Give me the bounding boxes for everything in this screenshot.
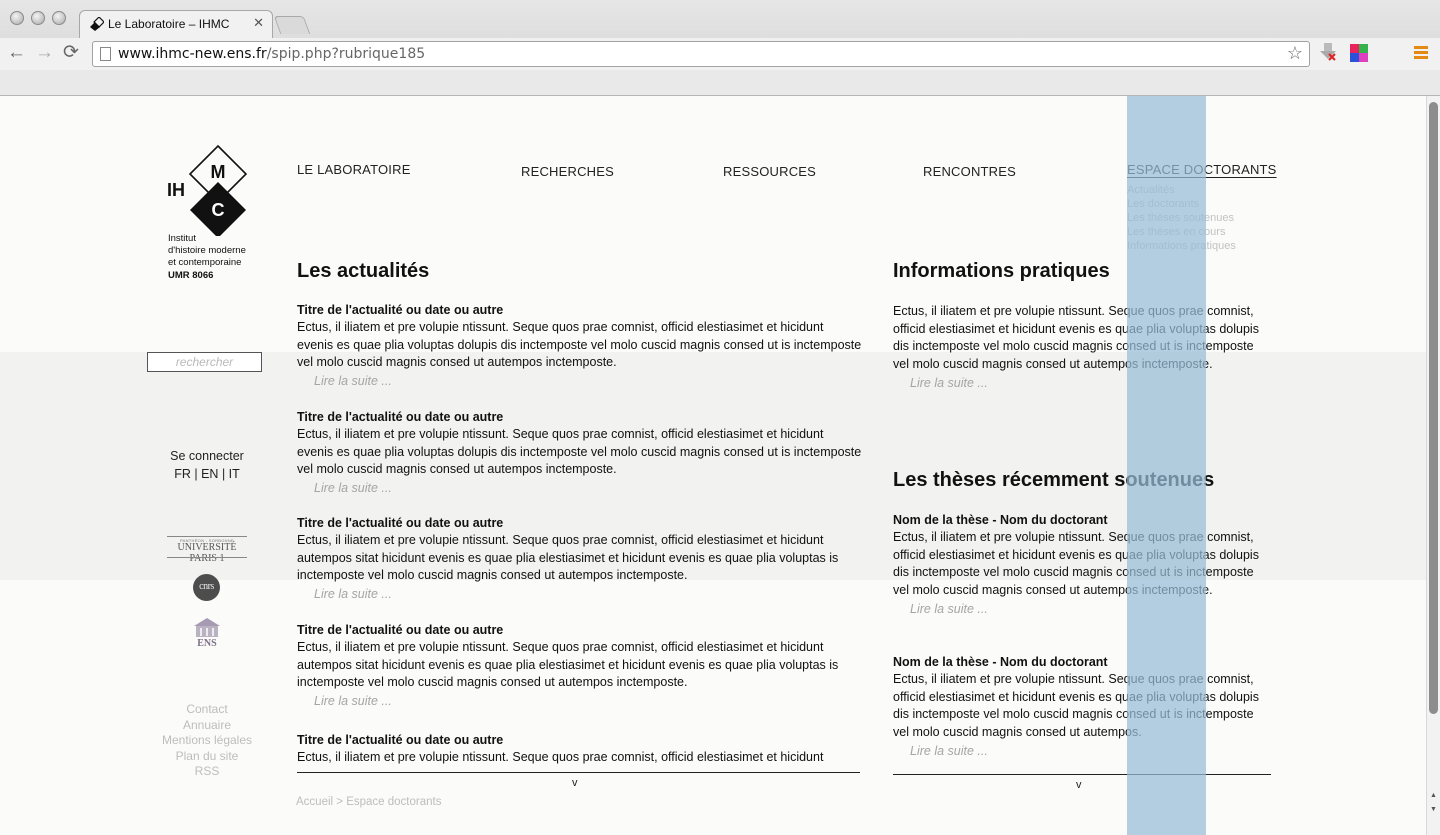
login-link[interactable]: Se connecter xyxy=(147,449,267,463)
footer-link-annuaire[interactable]: Annuaire xyxy=(147,718,267,734)
tab-close-icon[interactable]: ✕ xyxy=(253,15,264,31)
reload-icon[interactable]: ⟳ xyxy=(63,42,79,64)
language-switcher: FR | EN | IT xyxy=(174,467,240,481)
breadcrumb: Accueil > Espace doctorants xyxy=(296,796,442,808)
news-item: Titre de l'actualité ou date ou autre Ec… xyxy=(297,302,862,390)
news-divider xyxy=(297,772,860,773)
new-tab-button[interactable] xyxy=(273,16,311,34)
lang-it-link[interactable]: IT xyxy=(229,467,240,481)
thesis-item-text: Ectus, il iliatem et pre volupie ntissun… xyxy=(893,672,1259,740)
news-item-text: Ectus, il iliatem et pre volupie ntissun… xyxy=(297,320,862,370)
forward-arrow-icon[interactable]: → xyxy=(35,42,54,64)
logo-umr: UMR 8066 xyxy=(168,270,214,281)
thesis-item: Nom de la thèse - Nom du doctorant Ectus… xyxy=(893,512,1273,618)
news-item-text: Ectus, il iliatem et pre volupie ntissun… xyxy=(297,640,839,690)
layout-guide-column xyxy=(1127,96,1206,835)
scroll-up-icon[interactable]: ▲ xyxy=(1430,792,1437,799)
thesis-item: Nom de la thèse - Nom du doctorant Ectus… xyxy=(893,654,1273,760)
browser-chrome: Le Laboratoire – IHMC ✕ ← → ⟳ www.ihmc-n… xyxy=(0,0,1440,96)
news-item: Titre de l'actualité ou date ou autre Ec… xyxy=(297,515,862,603)
news-item-title[interactable]: Titre de l'actualité ou date ou autre xyxy=(297,515,862,532)
news-item-text: Ectus, il iliatem et pre volupie ntissun… xyxy=(297,750,824,764)
partner-ens-logo[interactable]: ENS xyxy=(192,616,222,650)
news-item-truncated: Titre de l'actualité ou date ou autre Ec… xyxy=(297,732,862,770)
news-item: Titre de l'actualité ou date ou autre Ec… xyxy=(297,622,862,710)
color-picker-extension-icon[interactable] xyxy=(1350,44,1368,62)
footer-links: Contact Annuaire Mentions légales Plan d… xyxy=(147,702,267,780)
search-input[interactable] xyxy=(147,352,262,372)
svg-text:IH: IH xyxy=(167,180,185,200)
theses-expand-chevron-icon[interactable]: v xyxy=(1076,779,1082,791)
thesis-item-text: Ectus, il iliatem et pre volupie ntissun… xyxy=(893,530,1259,598)
news-item-text: Ectus, il iliatem et pre volupie ntissun… xyxy=(297,427,862,477)
partner-cnrs-logo[interactable]: cnrs xyxy=(193,574,220,601)
footer-link-mentions[interactable]: Mentions légales xyxy=(147,733,267,749)
thesis-item-title[interactable]: Nom de la thèse - Nom du doctorant xyxy=(893,654,1273,671)
news-item-text: Ectus, il iliatem et pre volupie ntissun… xyxy=(297,533,839,583)
breadcrumb-current: Espace doctorants xyxy=(346,796,442,808)
nav-recherches[interactable]: RECHERCHES xyxy=(521,164,614,179)
window-close-button[interactable] xyxy=(10,11,24,25)
read-more-link[interactable]: Lire la suite ... xyxy=(893,600,1273,618)
browser-toolbar: ← → ⟳ www.ihmc-new.ens.fr/spip.php?rubri… xyxy=(0,38,1440,70)
footer-link-contact[interactable]: Contact xyxy=(147,702,267,718)
ens-building-icon xyxy=(194,618,220,637)
news-item-title[interactable]: Titre de l'actualité ou date ou autre xyxy=(297,732,862,749)
read-more-link[interactable]: Lire la suite ... xyxy=(893,374,1273,392)
svg-text:M: M xyxy=(211,162,226,182)
read-more-link[interactable]: Lire la suite ... xyxy=(297,585,862,603)
download-extension-icon[interactable] xyxy=(1320,43,1336,61)
window-minimize-button[interactable] xyxy=(31,11,45,25)
theses-divider xyxy=(893,774,1271,775)
nav-ressources[interactable]: RESSOURCES xyxy=(723,164,816,179)
thesis-item-title[interactable]: Nom de la thèse - Nom du doctorant xyxy=(893,512,1273,529)
news-item: Titre de l'actualité ou date ou autre Ec… xyxy=(297,409,862,497)
footer-link-rss[interactable]: RSS xyxy=(147,764,267,780)
read-more-link[interactable]: Lire la suite ... xyxy=(297,692,862,710)
page-scrollbar[interactable]: ▲ ▼ xyxy=(1426,96,1440,835)
address-bar[interactable]: www.ihmc-new.ens.fr/spip.php?rubrique185… xyxy=(92,41,1310,67)
info-heading: Informations pratiques xyxy=(893,260,1110,282)
svg-text:C: C xyxy=(212,200,225,220)
news-item-title[interactable]: Titre de l'actualité ou date ou autre xyxy=(297,302,862,319)
page-icon xyxy=(100,47,111,61)
partner-paris1-logo[interactable]: PANTHÉON - SORBONNE UNIVERSITÉ PARIS 1 xyxy=(167,536,247,564)
url-text[interactable]: www.ihmc-new.ens.fr/spip.php?rubrique185 xyxy=(118,46,425,62)
bookmarks-bar xyxy=(0,70,1440,96)
scroll-down-icon[interactable]: ▼ xyxy=(1430,806,1437,813)
tab-title: Le Laboratoire – IHMC xyxy=(108,17,230,31)
lang-en-link[interactable]: EN xyxy=(201,467,218,481)
nav-rencontres[interactable]: RENCONTRES xyxy=(923,164,1016,179)
info-text: Ectus, il iliatem et pre volupie ntissun… xyxy=(893,304,1259,372)
nav-le-laboratoire[interactable]: LE LABORATOIRE xyxy=(297,162,411,177)
scrollbar-thumb[interactable] xyxy=(1429,102,1438,714)
page-viewport: M C IH Institut d'histoire moderne et co… xyxy=(0,96,1426,835)
info-block: Ectus, il iliatem et pre volupie ntissun… xyxy=(893,303,1273,392)
lang-fr-link[interactable]: FR xyxy=(174,467,191,481)
news-item-title[interactable]: Titre de l'actualité ou date ou autre xyxy=(297,622,862,639)
read-more-link[interactable]: Lire la suite ... xyxy=(893,742,1273,760)
news-heading: Les actualités xyxy=(297,260,430,282)
browser-tab[interactable]: Le Laboratoire – IHMC ✕ xyxy=(79,10,273,38)
read-more-link[interactable]: Lire la suite ... xyxy=(297,372,862,390)
logo-caption: Institut d'histoire moderne et contempor… xyxy=(168,233,246,268)
bookmark-star-icon[interactable]: ☆ xyxy=(1287,43,1303,64)
breadcrumb-home[interactable]: Accueil xyxy=(296,796,333,808)
footer-link-plan[interactable]: Plan du site xyxy=(147,749,267,765)
ihmc-logo[interactable]: M C IH xyxy=(166,144,250,236)
news-item-title[interactable]: Titre de l'actualité ou date ou autre xyxy=(297,409,862,426)
back-arrow-icon[interactable]: ← xyxy=(7,42,26,64)
browser-menu-icon[interactable] xyxy=(1414,46,1428,61)
news-expand-chevron-icon[interactable]: v xyxy=(572,777,578,789)
ihmc-favicon-icon xyxy=(90,17,104,31)
read-more-link[interactable]: Lire la suite ... xyxy=(297,479,862,497)
window-maximize-button[interactable] xyxy=(52,11,66,25)
